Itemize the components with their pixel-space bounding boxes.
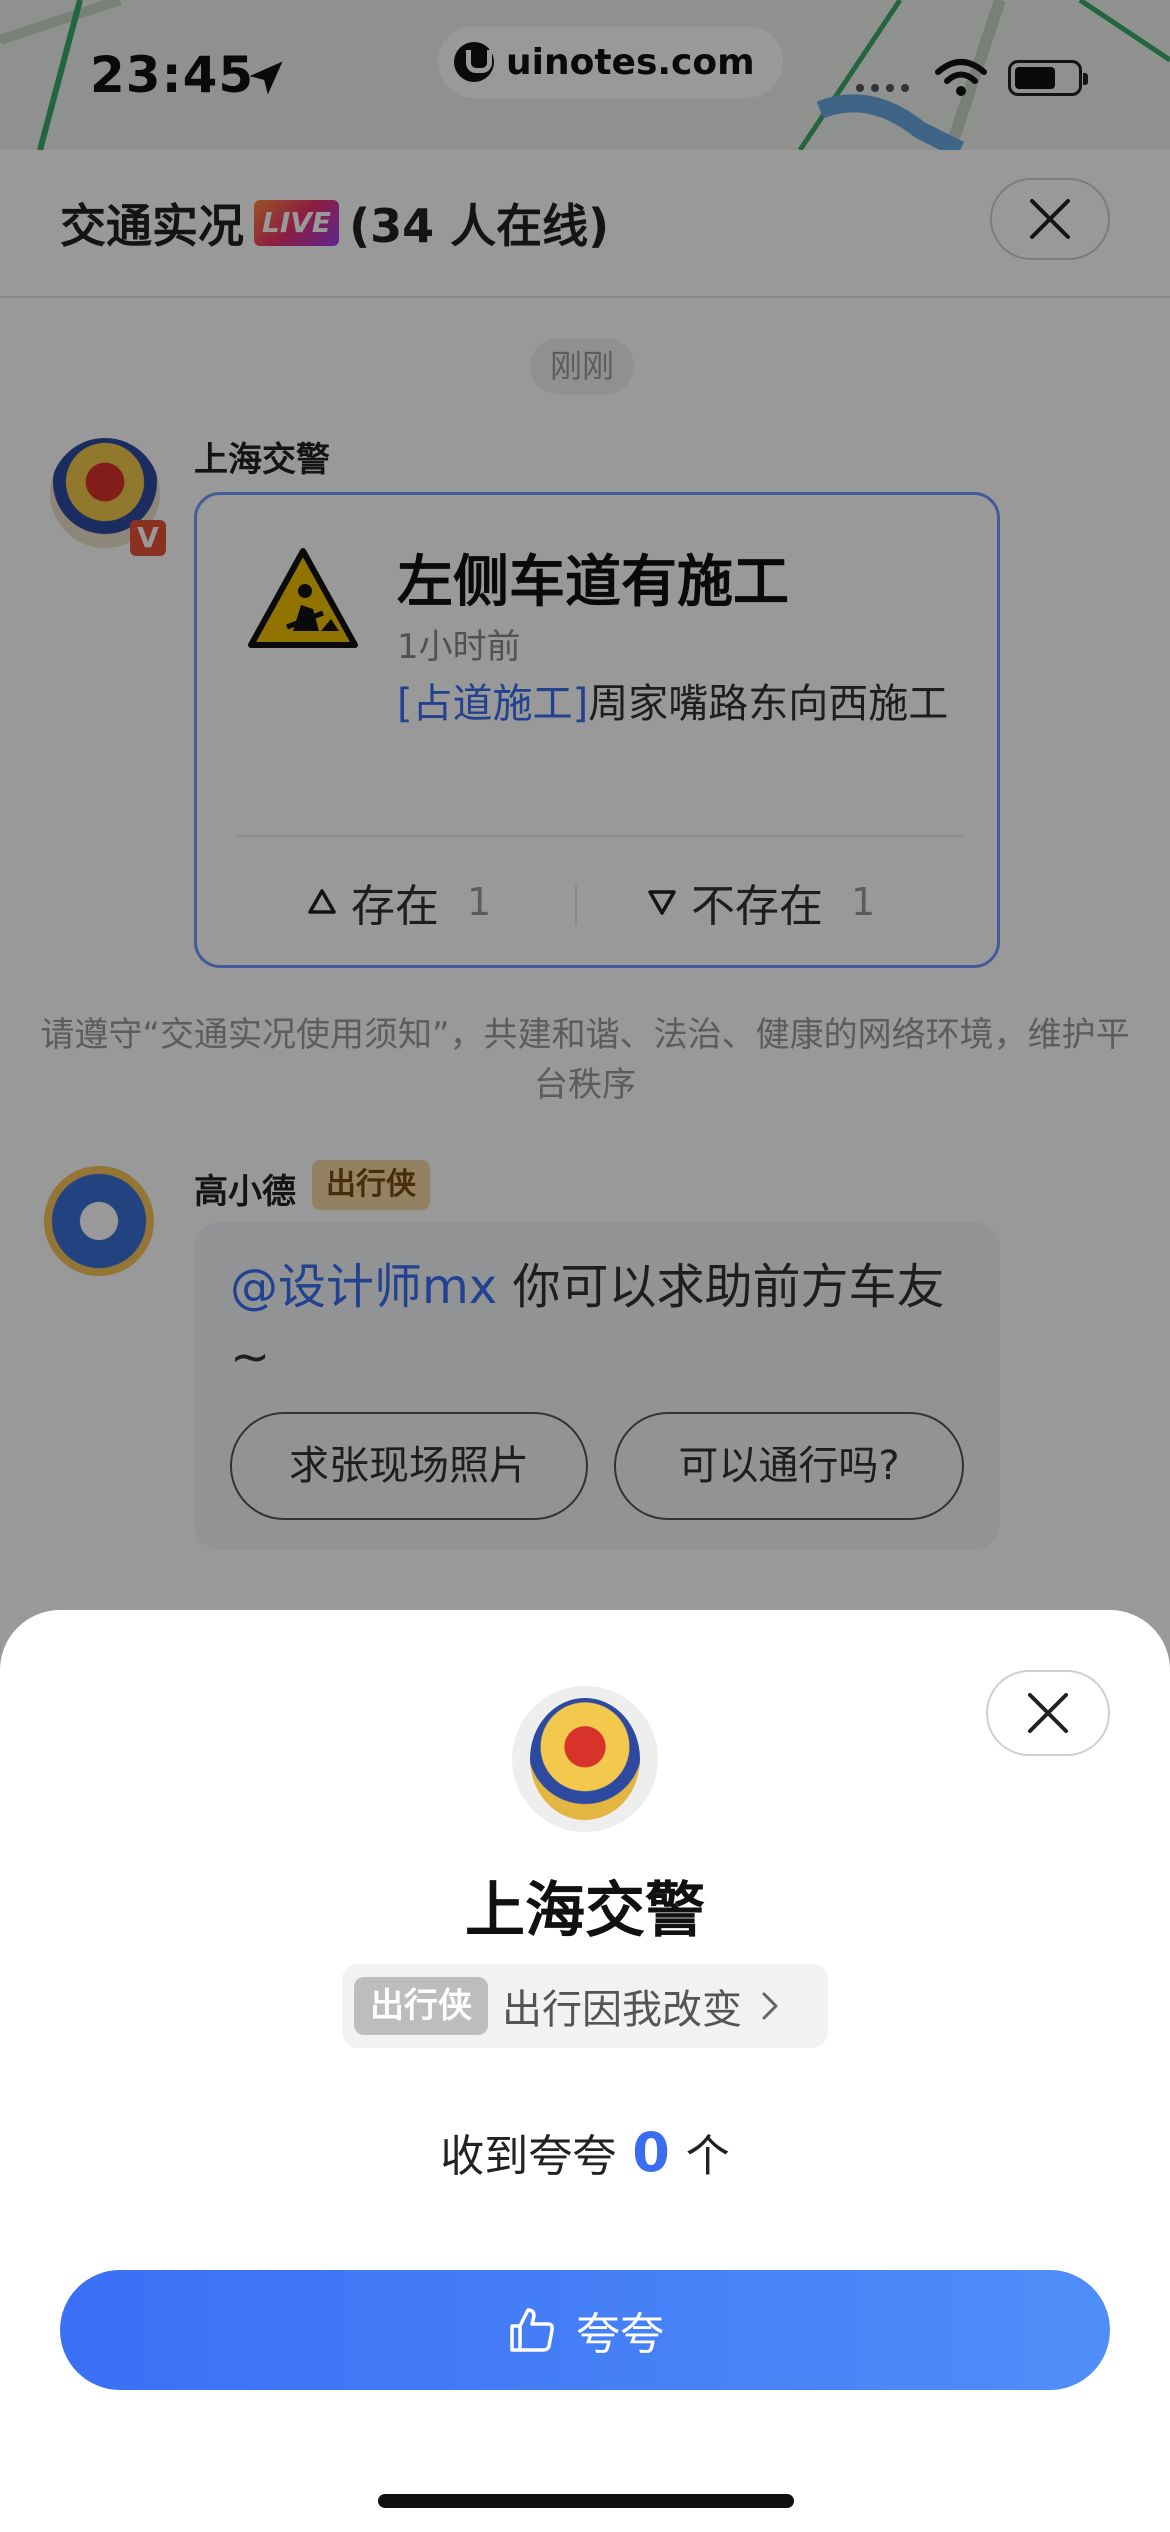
profile-slogan: 出行因我改变 <box>502 1987 742 2033</box>
praise-count-row: 收到夸夸 0 个 <box>0 2120 1170 2184</box>
profile-role-badge: 出行侠 <box>354 1977 488 2035</box>
home-indicator[interactable] <box>378 2494 794 2508</box>
praise-suffix: 个 <box>685 2131 730 2182</box>
police-emblem-icon <box>530 1698 640 1820</box>
profile-bottom-sheet: 上海交警 出行侠 出行因我改变 收到夸夸 0 个 夸夸 <box>0 1610 1170 2532</box>
praise-prefix: 收到夸夸 <box>440 2131 617 2182</box>
profile-badge-row[interactable]: 出行侠 出行因我改变 <box>342 1964 828 2048</box>
praise-count: 0 <box>632 2121 670 2184</box>
praise-button-label: 夸夸 <box>576 2309 664 2360</box>
thumbs-up-icon <box>510 2308 554 2352</box>
chevron-right-icon <box>762 1992 778 2020</box>
profile-name: 上海交警 <box>465 1876 705 1946</box>
praise-button[interactable]: 夸夸 <box>60 2270 1110 2390</box>
sheet-close-button[interactable] <box>986 1670 1110 1756</box>
close-icon <box>1028 1693 1068 1733</box>
profile-avatar <box>512 1686 658 1832</box>
